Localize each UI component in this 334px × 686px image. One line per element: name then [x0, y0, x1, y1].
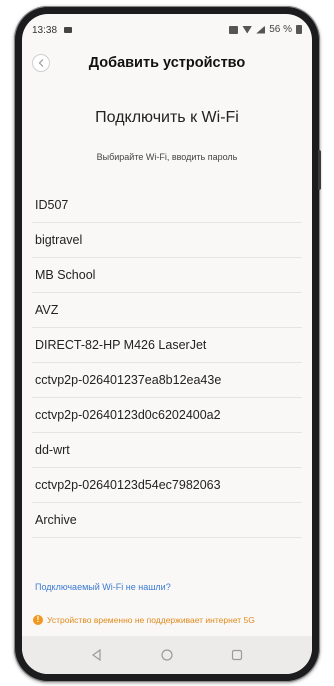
wifi-network-item[interactable]: AVZ: [32, 293, 302, 328]
wifi-list: ID507 bigtravel MB School AVZ DIRECT-82-…: [32, 188, 302, 538]
signal-icon: [256, 25, 266, 34]
battery-icon: [296, 25, 302, 34]
phone-side-button: [318, 150, 321, 190]
wifi-status-icon: [242, 25, 253, 34]
wifi-network-item[interactable]: Archive: [32, 503, 302, 538]
chevron-left-icon: [38, 59, 44, 67]
battery-percent: 56 %: [269, 24, 292, 35]
section-title: Подключить к Wi-Fi: [95, 109, 239, 126]
wifi-network-item[interactable]: ID507: [32, 188, 302, 223]
back-triangle-icon[interactable]: [90, 648, 104, 662]
home-circle-icon[interactable]: [160, 648, 174, 662]
wifi-network-item[interactable]: cctvp2p-02640123d0c6202400a2: [32, 398, 302, 433]
camera-notification-icon: [64, 27, 72, 33]
wifi-network-item[interactable]: DIRECT-82-HP M426 LaserJet: [32, 328, 302, 363]
wifi-not-found-link[interactable]: Подключаемый Wi-Fi не нашли?: [35, 581, 171, 593]
subtitle: Выбирайте Wi-Fi, вводить пароль: [96, 152, 238, 162]
wifi-network-item[interactable]: cctvp2p-02640123d54ec7982063: [32, 468, 302, 503]
warning-icon: !: [33, 615, 43, 625]
sim-icon: [229, 25, 239, 34]
status-bar: 13:38 56 %: [22, 14, 312, 44]
wifi-network-item[interactable]: MB School: [32, 258, 302, 293]
page-title: Добавить устройство: [88, 55, 246, 71]
notice-5g: ! Устройство временно не поддерживает ин…: [33, 614, 255, 626]
back-button[interactable]: [32, 54, 50, 72]
status-time: 13:38: [32, 25, 58, 36]
recents-square-icon[interactable]: [230, 648, 244, 662]
navigation-bar: [22, 636, 312, 674]
wifi-network-item[interactable]: bigtravel: [32, 223, 302, 258]
wifi-network-item[interactable]: cctvp2p-026401237ea8b12ea43e: [32, 363, 302, 398]
wifi-network-item[interactable]: dd-wrt: [32, 433, 302, 468]
notice-text: Устройство временно не поддерживает инте…: [47, 615, 255, 625]
phone-screen: 13:38 56 % Добавить устройство Подключит…: [22, 14, 312, 674]
status-icons: 56 %: [229, 24, 302, 35]
